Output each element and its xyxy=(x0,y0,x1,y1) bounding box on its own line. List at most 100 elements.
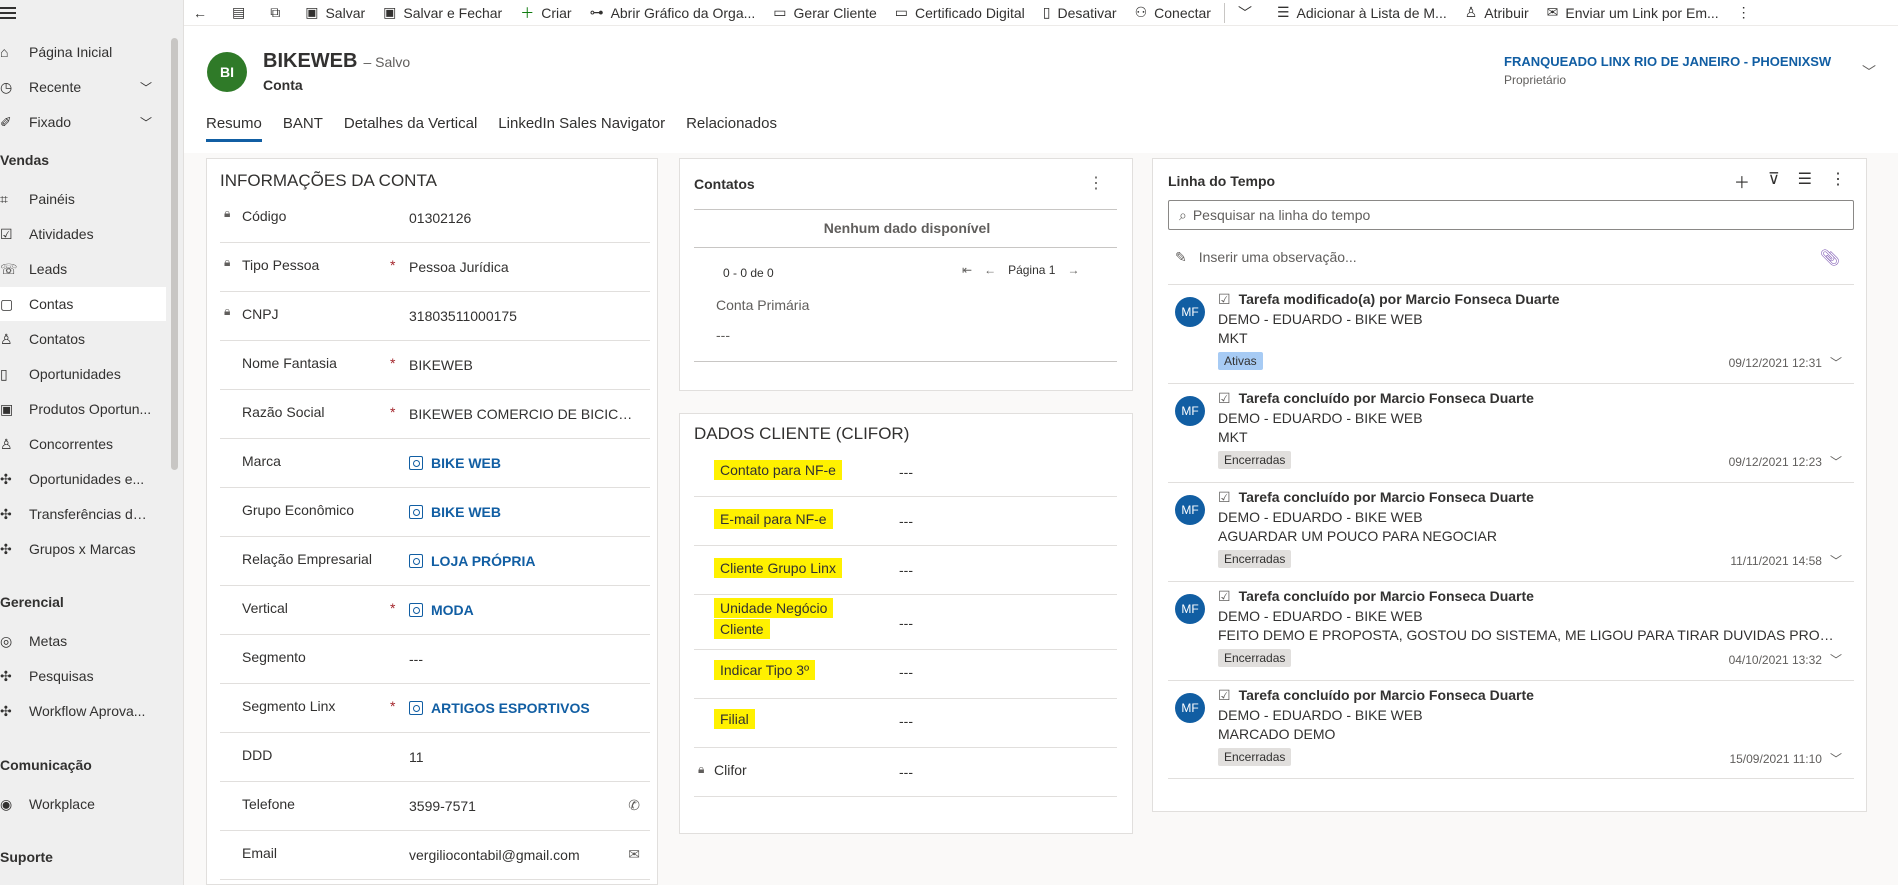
send-email-icon[interactable]: ✉ xyxy=(628,846,640,863)
lookup-link[interactable]: BIKE WEB xyxy=(409,504,501,520)
sidebar-item-produtos-oportunidade[interactable]: ▣ Produtos Oportun... xyxy=(0,392,166,426)
save-button[interactable]: ▣ Salvar xyxy=(296,0,374,26)
sidebar-item-grupos-marcas[interactable]: ✣ Grupos x Marcas xyxy=(0,532,166,566)
chevron-down-icon[interactable]: ﹀ xyxy=(1830,653,1842,667)
field-segmento[interactable]: Segmento --- xyxy=(220,635,650,684)
field-marca[interactable]: Marca BIKE WEB xyxy=(220,439,650,488)
connect-dropdown-button[interactable]: ﹀ xyxy=(1229,0,1268,26)
sidebar-item-oportunidades[interactable]: ▯ Oportunidades xyxy=(0,357,166,391)
digital-certificate-button[interactable]: ▭ Certificado Digital xyxy=(886,0,1034,26)
field-ddd[interactable]: DDD 11 xyxy=(220,733,650,782)
field-relacao-empresarial[interactable]: Relação Empresarial LOJA PRÓPRIA xyxy=(220,537,650,586)
sidebar-item-oportunidades-e[interactable]: ✣ Oportunidades e... xyxy=(0,462,166,496)
timeline-item[interactable]: MF ☑ Tarefa concluído por Marcio Fonseca … xyxy=(1168,383,1854,482)
field-razao-social[interactable]: Razão Social * BIKEWEB COMERCIO DE BICIC… xyxy=(220,390,650,439)
sidebar-item-contas[interactable]: ▢ Contas xyxy=(0,287,166,321)
sidebar-item-workflow[interactable]: ✣ Workflow Aprova... xyxy=(0,694,166,728)
sidebar-item-concorrentes[interactable]: ♙ Concorrentes xyxy=(0,427,166,461)
field-grupo-economico[interactable]: Grupo Econômico BIKE WEB xyxy=(220,488,650,537)
field-tipo-pessoa[interactable]: 🔒︎ Tipo Pessoa * Pessoa Jurídica xyxy=(220,243,650,292)
more-commands-button[interactable]: ⋮ xyxy=(1728,0,1767,26)
lookup-link[interactable]: MODA xyxy=(409,602,474,618)
field-cliente-grupo-linx[interactable]: Cliente Grupo Linx --- xyxy=(694,546,1117,595)
back-button[interactable]: ← xyxy=(184,0,223,26)
activities-icon: ☑ xyxy=(0,225,13,242)
more-vertical-icon[interactable]: ⋮ xyxy=(1088,173,1104,193)
primary-account-value[interactable]: --- xyxy=(716,327,730,343)
timeline-item[interactable]: MF ☑ Tarefa modificado(a) por Marcio Fons… xyxy=(1168,284,1854,383)
field-telefone[interactable]: Telefone 3599-7571 ✆ xyxy=(220,782,650,831)
sidebar-item-pagina-inicial[interactable]: ⌂ Página Inicial xyxy=(0,35,166,69)
sort-list-icon[interactable]: ☰ xyxy=(1798,169,1812,193)
chevron-down-icon[interactable]: ﹀ xyxy=(1830,554,1842,568)
sidebar-item-contatos[interactable]: ♙ Contatos xyxy=(0,322,166,356)
lookup-link[interactable]: BIKE WEB xyxy=(409,455,501,471)
timeline-item[interactable]: MF ☑ Tarefa concluído por Marcio Fonseca … xyxy=(1168,680,1854,779)
chevron-down-icon[interactable]: ﹀ xyxy=(140,79,152,96)
chevron-down-icon[interactable]: ﹀ xyxy=(140,114,152,131)
org-chart-button[interactable]: ⊶ Abrir Gráfico da Orga... xyxy=(581,0,765,26)
first-page-icon[interactable]: ⇤ xyxy=(962,263,972,277)
lookup-link[interactable]: ARTIGOS ESPORTIVOS xyxy=(409,700,590,716)
tab-linkedin[interactable]: LinkedIn Sales Navigator xyxy=(498,115,665,142)
deactivate-button[interactable]: ▯ Desativar xyxy=(1034,0,1126,26)
tab-detalhes-vertical[interactable]: Detalhes da Vertical xyxy=(344,115,477,142)
next-page-icon[interactable]: → xyxy=(1067,263,1079,277)
add-to-list-button[interactable]: ☰ Adicionar à Lista de M... xyxy=(1268,0,1456,26)
sidebar-item-atividades[interactable]: ☑ Atividades xyxy=(0,217,166,251)
previous-page-icon[interactable]: ← xyxy=(984,263,996,277)
save-close-button[interactable]: ▣ Salvar e Fechar xyxy=(374,0,511,26)
field-filial[interactable]: Filial --- xyxy=(694,699,1117,748)
sidebar-item-recente[interactable]: ◷ Recente ﹀ xyxy=(0,70,166,104)
sidebar-scrollbar[interactable] xyxy=(171,38,178,470)
phone-call-icon[interactable]: ✆ xyxy=(628,797,640,814)
tab-relacionados[interactable]: Relacionados xyxy=(686,115,777,142)
create-button[interactable]: ＋ Criar xyxy=(511,0,580,26)
sidebar-item-fixado[interactable]: ✐ Fixado ﹀ xyxy=(0,105,166,139)
field-vertical[interactable]: Vertical * MODA xyxy=(220,586,650,635)
filter-icon[interactable]: ⊽ xyxy=(1768,169,1780,193)
sidebar-item-workplace[interactable]: ◉ Workplace xyxy=(0,787,166,821)
sidebar-item-paineis[interactable]: ⌗ Painéis xyxy=(0,182,166,216)
lookup-link[interactable]: LOJA PRÓPRIA xyxy=(409,553,536,569)
plus-icon[interactable]: ＋ xyxy=(1734,169,1750,193)
hamburger-menu-icon[interactable] xyxy=(0,4,18,24)
field-unidade-negocio-cliente[interactable]: Unidade Negócio Cliente --- xyxy=(694,595,1117,650)
open-new-window-button[interactable]: ⧉ xyxy=(261,0,296,26)
form-icon: ▭ xyxy=(773,4,787,20)
sidebar-item-pesquisas[interactable]: ✣ Pesquisas xyxy=(0,659,166,693)
timeline-item[interactable]: MF ☑ Tarefa concluído por Marcio Fonseca … xyxy=(1168,581,1854,680)
field-nome-fantasia[interactable]: Nome Fantasia * BIKEWEB xyxy=(220,341,650,390)
field-indicar-tipo[interactable]: Indicar Tipo 3º --- xyxy=(694,650,1117,699)
header-expand-chevron-icon[interactable]: ﹀ xyxy=(1862,62,1876,82)
chevron-down-icon[interactable]: ﹀ xyxy=(1830,752,1842,766)
tab-bant[interactable]: BANT xyxy=(283,115,323,142)
field-email-nfe[interactable]: E-mail para NF-e --- xyxy=(694,497,1117,546)
email-link-button[interactable]: ✉ Enviar um Link por Em... xyxy=(1538,0,1728,26)
field-contato-nfe[interactable]: Contato para NF-e --- xyxy=(694,448,1117,497)
field-clifor[interactable]: 🔒︎ Clifor --- xyxy=(694,748,1117,797)
form-button[interactable]: ▤ xyxy=(223,0,261,26)
timeline-search-input[interactable]: ⌕ Pesquisar na linha do tempo xyxy=(1168,200,1854,230)
attachment-icon[interactable]: 📎︎ xyxy=(1820,248,1840,268)
owner-link[interactable]: FRANQUEADO LINX RIO DE JANEIRO - PHOENIX… xyxy=(1504,54,1831,69)
sidebar-item-transferencias[interactable]: ✣ Transferências de ... xyxy=(0,497,166,531)
field-email[interactable]: Email vergiliocontabil@gmail.com ✉ xyxy=(220,831,650,880)
avatar: MF xyxy=(1175,495,1205,525)
sidebar-item-metas[interactable]: ◎ Metas xyxy=(0,624,166,658)
note-input[interactable]: ✎ Inserir uma observação... xyxy=(1175,249,1357,266)
sidebar-item-leads[interactable]: ☏ Leads xyxy=(0,252,166,286)
field-cnpj[interactable]: 🔒︎ CNPJ 31803511000175 xyxy=(220,292,650,341)
field-segmento-linx[interactable]: Segmento Linx * ARTIGOS ESPORTIVOS xyxy=(220,684,650,733)
tab-resumo[interactable]: Resumo xyxy=(206,115,262,142)
record-type: Conta xyxy=(263,77,303,93)
connect-button[interactable]: ⚇ Conectar xyxy=(1126,0,1220,26)
more-vertical-icon[interactable]: ⋮ xyxy=(1830,169,1846,193)
assign-button[interactable]: ♙ Atribuir xyxy=(1456,0,1538,26)
chevron-down-icon[interactable]: ﹀ xyxy=(1830,455,1842,469)
group-comunicacao: Comunicação xyxy=(0,757,92,773)
chevron-down-icon[interactable]: ﹀ xyxy=(1830,356,1842,370)
field-codigo[interactable]: 🔒︎ Código 01302126 xyxy=(220,194,650,243)
timeline-item[interactable]: MF ☑ Tarefa concluído por Marcio Fonseca … xyxy=(1168,482,1854,581)
generate-client-button[interactable]: ▭ Gerar Cliente xyxy=(764,0,886,26)
